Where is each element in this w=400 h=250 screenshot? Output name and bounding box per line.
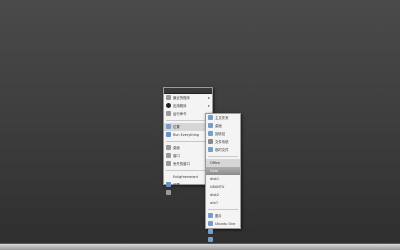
submenu-item-ubuntu-one[interactable]: Ubuntu One [206, 220, 240, 228]
drive-icon [208, 139, 213, 144]
submenu-item-desktop[interactable]: 桌面 [206, 122, 240, 130]
folder-icon [208, 221, 213, 226]
submenu-item-win7[interactable]: win7 [206, 199, 240, 207]
submenu-item-disk1[interactable]: disk1 [206, 175, 240, 183]
menu-item-label: Downloads [215, 230, 234, 234]
chevron-right-icon: ▸ [207, 95, 210, 100]
menu-item-label: 运行命令 [173, 112, 187, 116]
menu-item-label: 设置 [173, 183, 180, 187]
menu-separator [166, 141, 210, 142]
menu-item-label: 回收站 [215, 132, 226, 136]
window-icon [166, 161, 171, 166]
menu-item-label: 主文件夹 [215, 116, 229, 120]
menu-item-label: Run Everything [173, 133, 199, 137]
menu-item-recent-apps[interactable]: 最近的程序 ▸ [164, 94, 212, 102]
submenu-item-filesystem[interactable]: 文件系统 [206, 138, 240, 146]
menu-item-label: disk1 [210, 177, 219, 181]
window-icon [166, 153, 171, 158]
menu-item-label: dina_r [215, 238, 226, 242]
menu-item-label: 位置 [173, 125, 180, 129]
menu-item-label: 临时文件 [215, 148, 229, 152]
submenu-item-ubuntu[interactable]: UBUNTU [206, 183, 240, 191]
applications-icon [166, 103, 171, 108]
places-submenu: 主文件夹 桌面 回收站 文件系统 临时文件 Office Gold disk1 … [205, 113, 241, 242]
menu-item-label: Gold [210, 169, 218, 173]
menu-item-label: 丢失的窗口 [173, 162, 190, 166]
menu-separator [166, 120, 210, 121]
menu-item-applications[interactable]: 应用程序 ▸ [164, 102, 212, 110]
chevron-right-icon: ▸ [207, 103, 210, 108]
menu-item-label: 应用程序 [173, 104, 187, 108]
home-folder-icon [208, 115, 213, 120]
menu-item-label: 最近的程序 [173, 96, 190, 100]
submenu-item-pictures[interactable]: 图片 [206, 212, 240, 220]
menu-separator [208, 209, 238, 210]
menu-item-label: 桌面 [173, 146, 180, 150]
submenu-item-home[interactable]: 主文件夹 [206, 114, 240, 122]
system-icon [166, 190, 171, 195]
menu-item-label: Enlightenment [173, 175, 198, 179]
clock-icon [166, 95, 171, 100]
submenu-item-temp[interactable]: 临时文件 [206, 146, 240, 154]
submenu-item-office[interactable]: Office [206, 159, 240, 167]
menu-item-label: 图片 [215, 214, 222, 218]
desktop-icon [166, 145, 171, 150]
submenu-item-disk2[interactable]: disk2 [206, 191, 240, 199]
menu-item-label: win7 [210, 201, 219, 205]
folder-icon [208, 229, 213, 234]
settings-icon [166, 182, 171, 187]
bottom-shelf[interactable] [0, 243, 400, 250]
menu-separator [208, 156, 238, 157]
menu-item-label: 文件系统 [215, 140, 229, 144]
menu-item-label: 系统 [173, 191, 180, 195]
folder-icon [208, 147, 213, 152]
menu-separator [166, 170, 210, 171]
folder-icon [208, 237, 213, 242]
folder-icon [166, 124, 171, 129]
menu-item-label: UBUNTU [210, 185, 225, 189]
folder-icon [208, 213, 213, 218]
menu-item-label: Office [210, 161, 220, 165]
run-icon [166, 111, 171, 116]
search-icon [166, 132, 171, 137]
submenu-item-trash[interactable]: 回收站 [206, 130, 240, 138]
menu-item-label: 窗口 [173, 154, 180, 158]
menu-item-label: Ubuntu One [215, 222, 236, 226]
submenu-item-downloads[interactable]: Downloads [206, 228, 240, 236]
menu-item-label: 桌面 [215, 124, 222, 128]
menu-item-label: disk2 [210, 193, 219, 197]
folder-icon [208, 123, 213, 128]
submenu-item-gold[interactable]: Gold [206, 167, 240, 175]
trash-icon [208, 131, 213, 136]
